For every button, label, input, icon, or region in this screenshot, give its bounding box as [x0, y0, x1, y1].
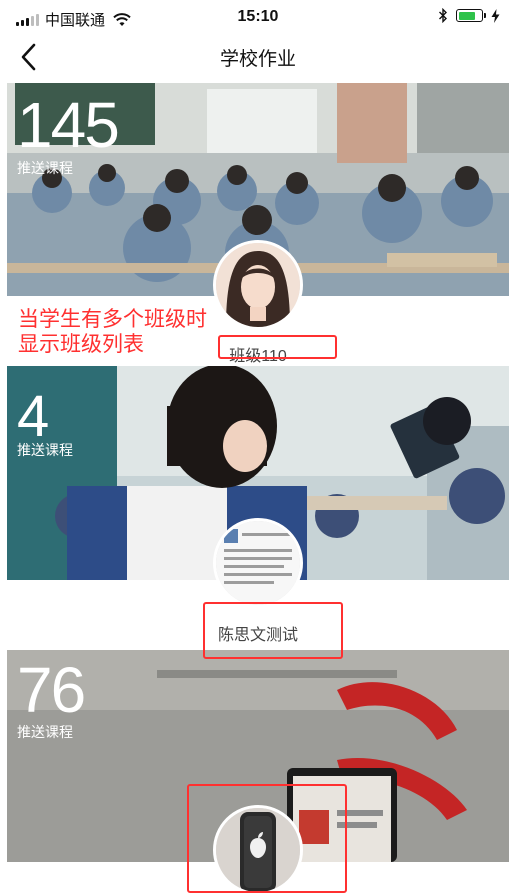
push-course-label: 推送课程 [17, 442, 73, 458]
annotation-note: 当学生有多个班级时 显示班级列表 [18, 307, 207, 357]
bluetooth-icon [439, 8, 447, 23]
status-right [438, 8, 500, 23]
avatar [213, 240, 303, 330]
annotation-box-class-name-1 [218, 335, 337, 359]
annotation-box-class-name-2 [203, 602, 343, 659]
push-course-count: 145 [17, 89, 120, 161]
annotation-line-1: 当学生有多个班级时 [18, 308, 207, 331]
status-bar: 中国联通 15:10 [0, 0, 516, 34]
avatar [213, 518, 303, 608]
nav-bar: 学校作业 [0, 34, 516, 80]
push-course-count: 4 [17, 384, 49, 449]
page-title: 学校作业 [219, 49, 296, 70]
annotation-box-avatar-3 [187, 784, 347, 893]
push-course-label: 推送课程 [17, 160, 73, 176]
charging-icon [491, 8, 500, 23]
battery-icon [456, 9, 486, 22]
push-course-label: 推送课程 [17, 724, 73, 740]
annotation-line-2: 显示班级列表 [18, 333, 144, 356]
push-course-count: 76 [17, 654, 86, 726]
